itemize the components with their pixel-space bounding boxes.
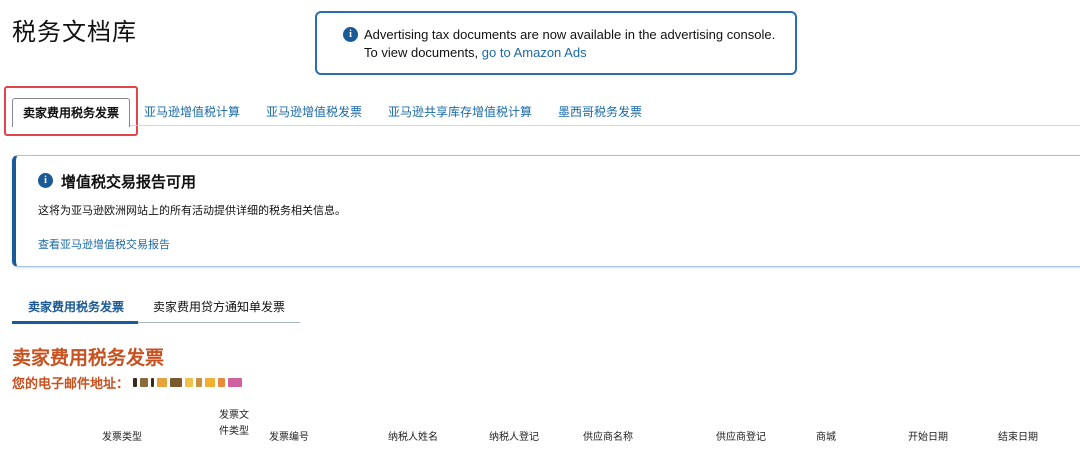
- column-header-end-date: 结束日期: [998, 432, 1038, 443]
- active-subtab-underline: [12, 321, 138, 324]
- info-icon: i: [343, 27, 358, 42]
- subtab-seller-fee-tax-invoice[interactable]: 卖家费用税务发票: [28, 298, 124, 315]
- vat-notice-description: 这将为亚马逊欧洲网站上的所有活动提供详细的税务相关信息。: [38, 204, 346, 217]
- advertising-alert-line2-prefix: To view documents,: [364, 45, 482, 60]
- advertising-alert: i Advertising tax documents are now avai…: [315, 11, 797, 75]
- tab-amazon-vat-invoice[interactable]: 亚马逊增值税发票: [266, 98, 362, 126]
- vat-report-notice: i 增值税交易报告可用 这将为亚马逊欧洲网站上的所有活动提供详细的税务相关信息。…: [12, 155, 1080, 267]
- column-header-taxpayer-name: 纳税人姓名: [388, 432, 438, 443]
- subtab-seller-fee-credit-note-invoice[interactable]: 卖家费用贷方通知单发票: [153, 298, 285, 315]
- tab-mexico-tax-invoice[interactable]: 墨西哥税务发票: [558, 98, 642, 126]
- tab-amazon-vat-calculation[interactable]: 亚马逊增值税计算: [144, 98, 240, 126]
- column-header-supplier-name: 供应商名称: [583, 432, 633, 443]
- column-header-supplier-registration: 供应商登记: [716, 432, 766, 443]
- view-vat-transaction-report-link[interactable]: 查看亚马逊增值税交易报告: [38, 236, 170, 252]
- tab-amazon-shared-inventory-vat-calculation[interactable]: 亚马逊共享库存增值税计算: [388, 98, 532, 126]
- info-icon: i: [38, 173, 53, 188]
- invoice-subtabs: 卖家费用税务发票 卖家费用贷方通知单发票: [12, 293, 300, 324]
- tab-seller-fee-tax-invoice[interactable]: 卖家费用税务发票: [12, 98, 131, 127]
- column-header-marketplace: 商城: [816, 432, 836, 443]
- go-to-amazon-ads-link[interactable]: go to Amazon Ads: [482, 45, 587, 60]
- column-header-invoice-type: 发票类型: [102, 432, 142, 443]
- redacted-email: [133, 378, 243, 387]
- page-title: 税务文档库: [12, 18, 137, 46]
- column-header-invoice-file-type: 发票文 件类型: [219, 408, 249, 440]
- advertising-alert-line1: Advertising tax documents are now availa…: [364, 27, 776, 42]
- vat-notice-title: 增值税交易报告可用: [61, 173, 197, 191]
- advertising-alert-message: Advertising tax documents are now availa…: [364, 26, 775, 62]
- column-header-taxpayer-registration: 纳税人登记: [489, 432, 539, 443]
- column-header-invoice-number: 发票编号: [269, 432, 309, 443]
- invoice-table-header: 发票类型 发票文 件类型 发票编号 纳税人姓名 纳税人登记 供应商名称 供应商登…: [0, 405, 1080, 449]
- column-header-invoice-file-type-line2: 件类型: [219, 426, 249, 437]
- email-row: 您的电子邮件地址：: [12, 373, 243, 392]
- email-label: 您的电子邮件地址：: [12, 377, 130, 392]
- section-title: 卖家费用税务发票: [12, 347, 165, 369]
- column-header-invoice-file-type-line1: 发票文: [219, 410, 249, 421]
- column-header-start-date: 开始日期: [908, 432, 948, 443]
- document-tabs: 卖家费用税务发票 亚马逊增值税计算 亚马逊增值税发票 亚马逊共享库存增值税计算 …: [12, 98, 1080, 127]
